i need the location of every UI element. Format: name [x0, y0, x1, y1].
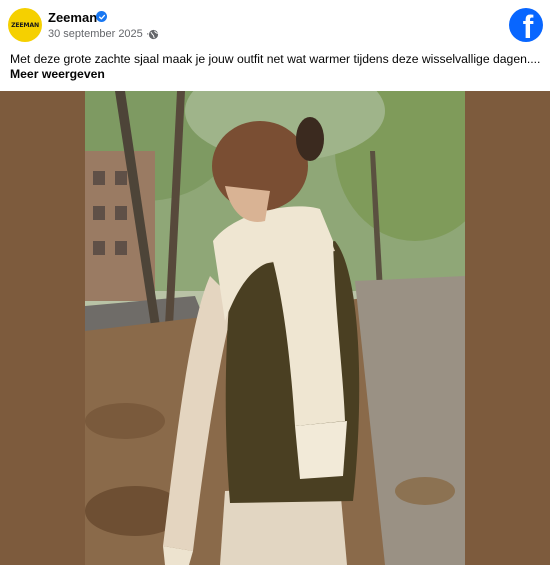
- avatar-logo-text: ZEEMAN: [11, 21, 39, 29]
- page-avatar[interactable]: ZEEMAN: [8, 8, 42, 42]
- post-timestamp[interactable]: 30 september 2025 ·: [48, 28, 150, 40]
- facebook-logo-icon[interactable]: f: [509, 8, 543, 42]
- see-more-link[interactable]: Meer weergeven: [10, 67, 105, 81]
- verified-badge-icon: [96, 11, 107, 22]
- post-media[interactable]: [0, 91, 550, 565]
- globe-icon: [148, 29, 159, 40]
- post-caption: Met deze grote zachte sjaal maak je jouw…: [10, 52, 541, 66]
- post-header: ZEEMAN Zeeman 30 september 2025 · f: [0, 0, 550, 48]
- page-name-link[interactable]: Zeeman: [48, 10, 97, 25]
- post-photo[interactable]: [85, 91, 465, 565]
